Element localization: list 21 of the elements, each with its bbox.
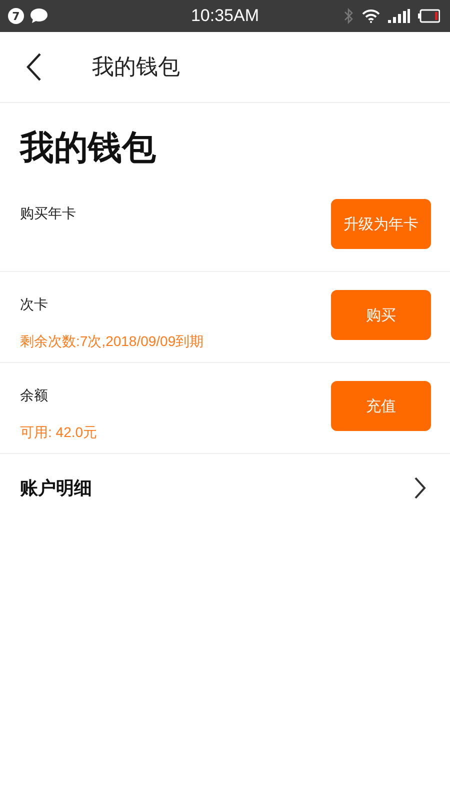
row-detail: 剩余次数:7次,2018/09/09到期: [20, 333, 204, 351]
action-button[interactable]: 购买: [331, 290, 431, 340]
action-button[interactable]: 充值: [331, 381, 431, 431]
row-label: 余额: [20, 387, 49, 405]
action-button[interactable]: 升级为年卡: [331, 199, 431, 249]
page-title: 我的钱包: [18, 127, 157, 170]
row-detail: 可用: 42.0元: [20, 424, 98, 442]
row-label: 次卡: [20, 296, 49, 314]
signal-icon: [388, 9, 410, 23]
notification-badge: 7: [8, 8, 24, 24]
bluetooth-icon: [344, 8, 354, 24]
back-icon[interactable]: [26, 53, 42, 81]
chevron-right-icon: [414, 477, 426, 499]
account-detail-row[interactable]: 账户明细: [0, 454, 450, 522]
status-time: 10:35AM: [190, 6, 260, 25]
wifi-icon: [362, 9, 380, 23]
header-title: 我的钱包: [92, 54, 180, 82]
battery-icon: [418, 9, 440, 23]
row-label: 购买年卡: [20, 205, 76, 223]
account-detail-label: 账户明细: [20, 477, 92, 500]
chat-bubble-icon: [30, 8, 48, 24]
